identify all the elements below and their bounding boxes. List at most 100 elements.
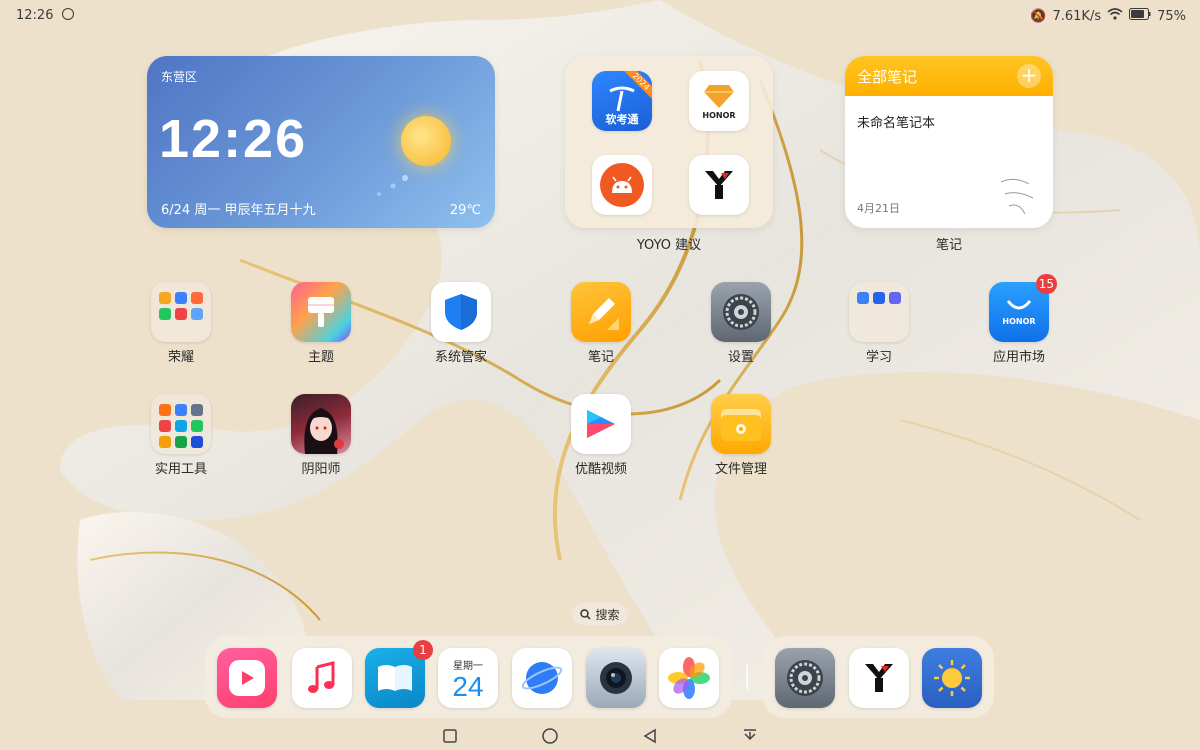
play-icon: [229, 660, 265, 696]
gear-icon: [787, 660, 823, 696]
calendar-weekday: 星期一: [453, 660, 483, 672]
add-note-button[interactable]: +: [1017, 64, 1041, 88]
honor-club-app[interactable]: HONOR: [689, 71, 749, 131]
mini-app-icon: [191, 420, 203, 432]
dock-y-app[interactable]: [849, 648, 909, 708]
notification-shade-button[interactable]: [738, 724, 762, 748]
notification-badge: 1: [413, 640, 433, 660]
pen-icon: [571, 282, 631, 342]
shopping-bag-icon: HONOR 15: [989, 274, 1057, 342]
shield-icon: [431, 282, 491, 342]
mini-app-icon: [175, 308, 187, 320]
mini-app-icon: [159, 292, 171, 304]
utilities-folder-icon: [151, 394, 211, 454]
music-note-icon: [308, 661, 335, 693]
mini-app-icon: [159, 420, 171, 432]
notes-widget-label: 笔记: [935, 238, 962, 253]
mute-icon: 🔕: [1030, 8, 1047, 24]
study-folder-icon: [849, 282, 909, 342]
gear-icon: [711, 282, 771, 342]
sun-icon: [401, 116, 451, 166]
android-robot-app[interactable]: [592, 155, 652, 215]
dock-recent: [763, 636, 994, 718]
honor-folder-icon: [151, 282, 211, 342]
navigation-bar: [0, 722, 1200, 750]
note-title[interactable]: 未命名笔记本: [857, 112, 935, 131]
mini-app-icon: [191, 292, 203, 304]
dock-weather-app[interactable]: [922, 648, 982, 708]
mini-app-icon: [159, 436, 171, 448]
app-app-market[interactable]: HONOR 15 应用市场: [969, 274, 1069, 365]
y-logo-icon: [865, 664, 893, 692]
notes-header: 全部笔记 +: [845, 56, 1053, 96]
mini-app-icon: [191, 436, 203, 448]
search-label: 搜索: [595, 607, 620, 622]
pull-down-icon: [744, 729, 756, 741]
camera-lens-icon: [600, 662, 632, 694]
y-logo-icon: [705, 171, 733, 199]
dock-settings-app[interactable]: [775, 648, 835, 708]
circle-icon: [542, 728, 558, 744]
dock-calendar-app[interactable]: 星期一 24: [438, 648, 498, 708]
mini-app-icon: [857, 292, 869, 304]
mini-app-icon: [191, 404, 203, 416]
notes-widget[interactable]: 全部笔记 + 未命名笔记本 4月21日: [845, 56, 1053, 228]
yoyo-widget-label: YOYO 建议: [636, 238, 702, 253]
sun-sparkle-icon: [377, 175, 408, 196]
home-button[interactable]: [538, 724, 562, 748]
mini-app-icon: [873, 292, 885, 304]
app-honor-folder[interactable]: 荣耀: [131, 282, 231, 365]
square-icon: [443, 729, 457, 743]
app-system-manager[interactable]: 系统管家: [411, 282, 511, 365]
ruankaotong-app[interactable]: 2024 软考通: [592, 71, 652, 131]
dock-separator: [746, 664, 748, 690]
mini-app-icon: [889, 292, 901, 304]
status-time: 12:26: [16, 8, 74, 23]
mini-app-icon: [191, 308, 203, 320]
dock-music-app[interactable]: [292, 648, 352, 708]
wifi-icon: [1107, 8, 1123, 24]
app-label: 系统管家: [434, 350, 487, 365]
dock-browser-app[interactable]: [512, 648, 572, 708]
notes-header-title: 全部笔记: [857, 67, 918, 86]
weather-date: 6/24 周一 甲辰年五月十九: [161, 203, 316, 218]
app-notes[interactable]: 笔记: [551, 282, 651, 365]
dock-camera-app[interactable]: [586, 648, 646, 708]
back-button[interactable]: [638, 724, 662, 748]
recent-apps-button[interactable]: [438, 724, 462, 748]
dock-gallery-app[interactable]: [659, 648, 719, 708]
flower-gallery-icon: [668, 657, 710, 699]
app-market-brand: HONOR: [1002, 316, 1036, 326]
mini-app-icon: [175, 404, 187, 416]
app-study-folder[interactable]: 学习: [829, 282, 929, 365]
search-icon: [580, 608, 592, 620]
dock-books-app[interactable]: 1: [365, 640, 433, 708]
app-utilities-folder[interactable]: 实用工具: [131, 394, 231, 477]
mini-app-icon: [175, 436, 187, 448]
android-robot-icon: [600, 163, 644, 207]
app-label: 应用市场: [992, 350, 1045, 365]
youku-play-icon: [571, 394, 631, 454]
search-button[interactable]: 搜索: [572, 603, 628, 625]
folder-icon: [711, 394, 771, 454]
app-label: 设置: [727, 350, 754, 365]
app-label: 实用工具: [154, 462, 207, 477]
app-file-manager[interactable]: 文件管理: [691, 394, 791, 477]
weather-temperature: 29℃: [449, 203, 481, 218]
y-app[interactable]: [689, 155, 749, 215]
game-character-icon: [291, 394, 351, 454]
dock-video-app[interactable]: [217, 648, 277, 708]
mini-app-icon: [175, 292, 187, 304]
weather-clock-widget[interactable]: 东营区 12:26 6/24 周一 甲辰年五月十九 29℃: [147, 56, 495, 228]
battery-percent: 75%: [1157, 8, 1186, 24]
app-youku[interactable]: 优酷视频: [551, 394, 651, 477]
mini-app-icon: [159, 308, 171, 320]
app-themes[interactable]: 主题: [271, 282, 371, 365]
app-label: 主题: [307, 350, 334, 365]
app-label: 阴阳师: [301, 462, 341, 477]
status-bar: 12:26 🔕 7.61K/s 75%: [0, 0, 1200, 32]
battery-icon: [1129, 8, 1151, 24]
app-onmyoji[interactable]: 阴阳师: [271, 394, 371, 477]
app-settings[interactable]: 设置: [691, 282, 791, 365]
weather-clock: 12:26: [159, 109, 308, 169]
